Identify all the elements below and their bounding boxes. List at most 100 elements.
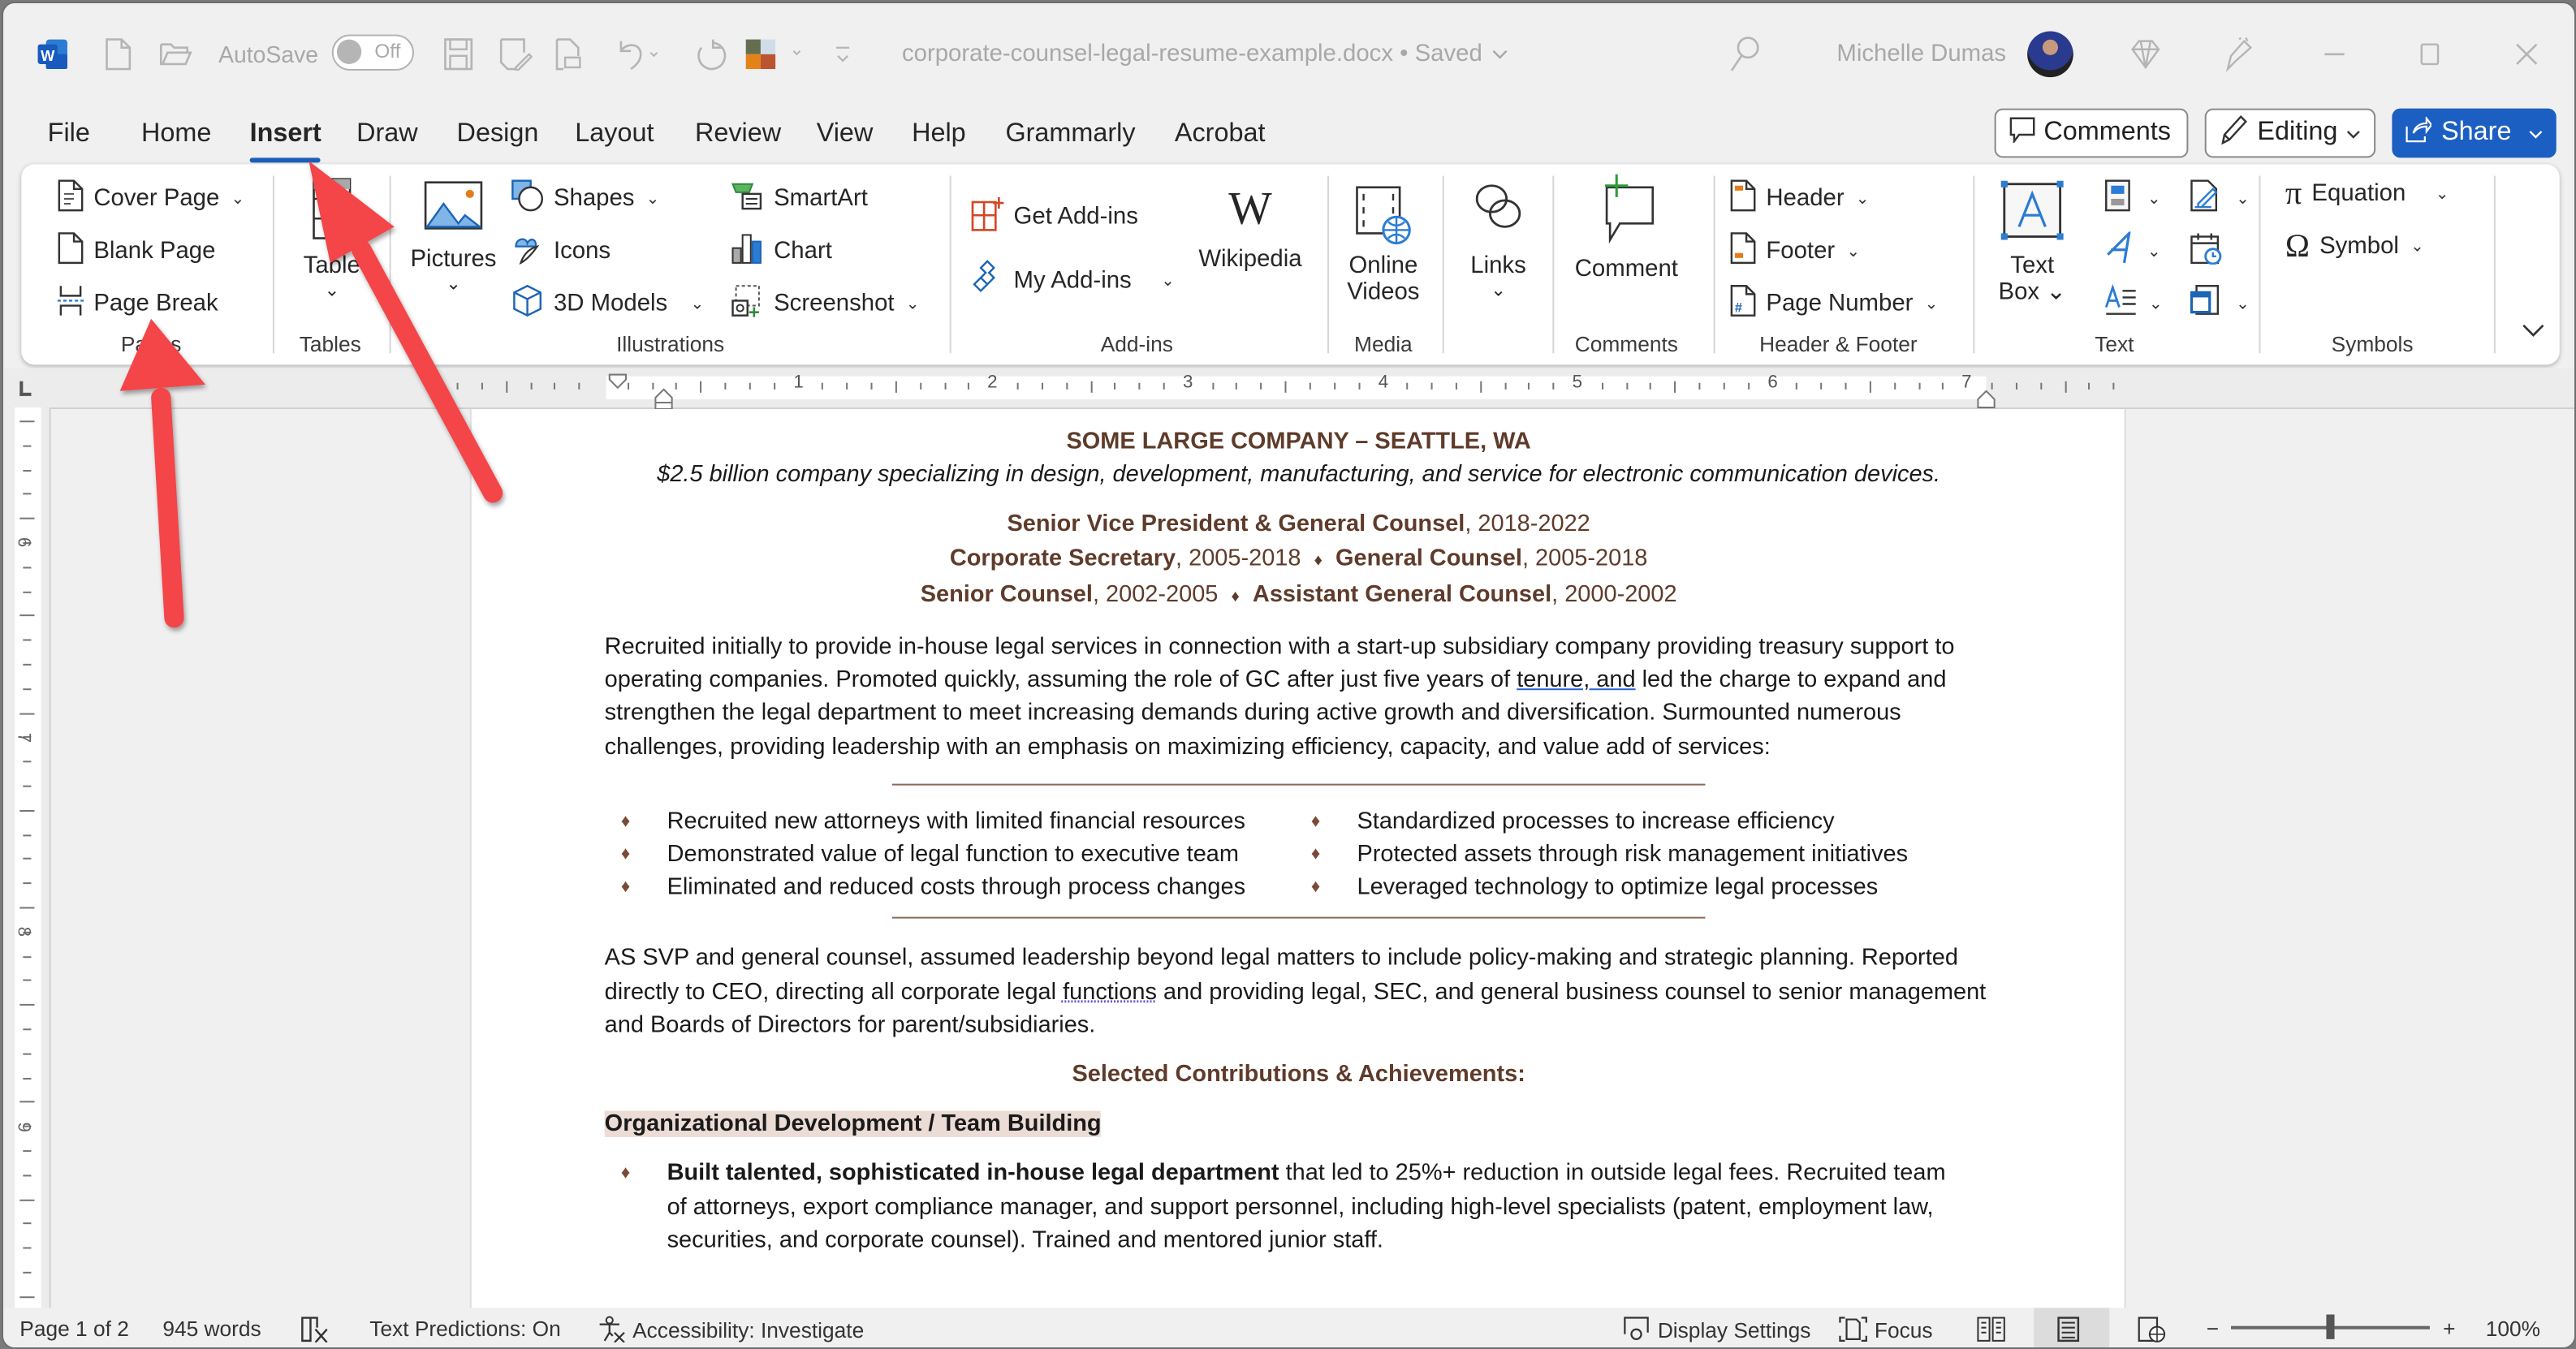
screenshot-button[interactable]: Screenshot ⌄ bbox=[731, 284, 920, 324]
document-title[interactable]: corporate-counsel-legal-resume-example.d… bbox=[902, 37, 1508, 73]
icons-button[interactable]: Icons bbox=[511, 231, 611, 271]
open-folder-icon[interactable] bbox=[159, 37, 192, 73]
read-mode-button[interactable] bbox=[1976, 1317, 2005, 1343]
page-number-icon: # bbox=[1730, 284, 1756, 324]
collapse-ribbon-button[interactable] bbox=[2522, 322, 2544, 338]
document-body[interactable]: SOME LARGE COMPANY – SEATTLE, WA $2.5 bi… bbox=[604, 409, 1993, 1257]
tab-selector[interactable] bbox=[19, 381, 32, 396]
share-button[interactable]: Share bbox=[2392, 108, 2557, 158]
object-button[interactable]: ⌄ bbox=[2190, 284, 2250, 324]
premium-diamond-icon[interactable] bbox=[2129, 37, 2162, 73]
first-line-indent-marker[interactable] bbox=[608, 368, 628, 397]
theme-colors-icon[interactable] bbox=[744, 37, 810, 73]
vertical-ruler[interactable]: 6 7 8 9 bbox=[3, 407, 51, 1322]
get-addins-button[interactable]: Get Add-ins bbox=[971, 196, 1138, 239]
web-layout-button[interactable] bbox=[2138, 1317, 2167, 1343]
signature-line-button[interactable]: ⌄ bbox=[2190, 179, 2250, 219]
focus-icon bbox=[1839, 1317, 1867, 1342]
online-videos-button[interactable]: Online Videos bbox=[1340, 184, 1426, 306]
new-document-icon[interactable] bbox=[106, 37, 132, 73]
word-count[interactable]: 945 words bbox=[162, 1317, 261, 1341]
grammar-suggestion[interactable]: tenure, and bbox=[1517, 667, 1635, 693]
tab-review[interactable]: Review bbox=[695, 120, 781, 149]
avatar[interactable] bbox=[2027, 31, 2073, 78]
comments-button[interactable]: Comments bbox=[1994, 108, 2189, 158]
tab-file[interactable]: File bbox=[48, 120, 90, 149]
document-page[interactable]: SOME LARGE COMPANY – SEATTLE, WA $2.5 bi… bbox=[469, 409, 2126, 1308]
designer-pen-icon[interactable] bbox=[2221, 37, 2258, 73]
close-icon[interactable] bbox=[2513, 37, 2539, 73]
accessibility-status[interactable]: Accessibility: Investigate bbox=[597, 1316, 864, 1343]
wordart-button[interactable]: ⌄ bbox=[2104, 229, 2161, 271]
redo-icon[interactable] bbox=[693, 37, 727, 73]
page-count[interactable]: Page 1 of 2 bbox=[19, 1317, 129, 1341]
ruler-tick bbox=[481, 382, 483, 390]
chevron-down-icon[interactable] bbox=[2528, 119, 2543, 148]
document-canvas[interactable]: SOME LARGE COMPANY – SEATTLE, WA $2.5 bi… bbox=[50, 409, 2574, 1308]
zoom-level[interactable]: 100% bbox=[2486, 1317, 2540, 1341]
shapes-button[interactable]: Shapes ⌄ bbox=[511, 179, 660, 219]
print-layout-button[interactable] bbox=[2057, 1317, 2080, 1343]
tab-layout[interactable]: Layout bbox=[575, 120, 654, 149]
wikipedia-button[interactable]: W Wikipedia bbox=[1191, 187, 1310, 273]
zoom-slider-thumb[interactable] bbox=[2326, 1314, 2335, 1339]
pictures-button[interactable]: Pictures ⌄ bbox=[406, 181, 501, 294]
tab-acrobat[interactable]: Acrobat bbox=[1175, 120, 1266, 149]
header-button[interactable]: Header ⌄ bbox=[1730, 179, 1870, 219]
page-number-button[interactable]: # Page Number ⌄ bbox=[1730, 284, 1939, 324]
customize-quick-access-icon[interactable] bbox=[833, 37, 852, 73]
tab-design[interactable]: Design bbox=[457, 120, 539, 149]
display-settings-button[interactable]: Display Settings bbox=[1621, 1317, 1810, 1343]
edit-document-icon[interactable] bbox=[499, 37, 533, 73]
save-icon[interactable] bbox=[443, 37, 473, 73]
chart-button[interactable]: Chart bbox=[731, 231, 832, 271]
grammar-suggestion[interactable]: functions bbox=[1063, 979, 1157, 1005]
tab-view[interactable]: View bbox=[817, 120, 874, 149]
comments-label: Comments bbox=[2043, 118, 2171, 147]
proofing-icon[interactable] bbox=[300, 1317, 330, 1343]
user-name[interactable]: Michelle Dumas bbox=[1836, 37, 2006, 73]
my-addins-button[interactable]: My Add-ins ⌄ bbox=[971, 260, 1175, 303]
drop-cap-button[interactable]: ⌄ bbox=[2104, 283, 2163, 324]
symbol-button[interactable]: Ω Symbol ⌄ bbox=[2285, 230, 2424, 262]
ruler-tick bbox=[1138, 382, 1141, 390]
tab-insert[interactable]: Insert bbox=[250, 120, 321, 149]
blank-page-button[interactable]: Blank Page bbox=[58, 231, 216, 271]
highlights-list: ♦ Recruited new attorneys with limited fi… bbox=[621, 805, 1993, 905]
autosave-toggle[interactable]: Off bbox=[331, 34, 414, 71]
text-predictions-status[interactable]: Text Predictions: On bbox=[369, 1317, 560, 1341]
calendar-clock-icon bbox=[2190, 231, 2222, 271]
3d-models-button[interactable]: 3D Models ⌄ bbox=[511, 284, 705, 324]
smartart-button[interactable]: SmartArt bbox=[731, 179, 868, 219]
editing-mode-button[interactable]: Editing bbox=[2204, 108, 2376, 158]
date-time-button[interactable] bbox=[2190, 231, 2222, 271]
zoom-in-button[interactable]: + bbox=[2443, 1317, 2455, 1341]
maximize-icon[interactable] bbox=[2419, 37, 2441, 73]
company-description: $2.5 billion company specializing in des… bbox=[657, 462, 1941, 489]
text-box-button[interactable]: Text Box ⌄ bbox=[1990, 180, 2075, 306]
tab-home[interactable]: Home bbox=[141, 120, 211, 149]
footer-button[interactable]: Footer ⌄ bbox=[1730, 231, 1860, 271]
horizontal-ruler[interactable]: 1 2 3 4 5 6 7 bbox=[3, 368, 2574, 411]
focus-mode-button[interactable]: Focus bbox=[1838, 1317, 1933, 1343]
page-break-button[interactable]: Page Break bbox=[57, 284, 218, 324]
quick-parts-button[interactable]: ⌄ bbox=[2104, 179, 2161, 219]
search-icon[interactable] bbox=[1728, 37, 1761, 73]
new-comment-button[interactable]: Comment bbox=[1569, 174, 1685, 282]
tab-draw[interactable]: Draw bbox=[356, 120, 418, 149]
tab-help[interactable]: Help bbox=[912, 120, 966, 149]
undo-icon[interactable] bbox=[615, 37, 661, 73]
chevron-down-icon: ⌄ bbox=[1161, 272, 1176, 291]
chevron-down-icon: ⌄ bbox=[2236, 295, 2250, 313]
links-button[interactable]: Links ⌄ bbox=[1457, 181, 1539, 300]
cover-page-button[interactable]: Cover Page ⌄ bbox=[58, 179, 244, 219]
zoom-out-button[interactable]: − bbox=[2207, 1317, 2219, 1341]
equation-button[interactable]: π Equation ⌄ bbox=[2285, 178, 2449, 210]
role-years: , 2000-2002 bbox=[1551, 581, 1677, 608]
ruler-tick bbox=[1942, 382, 1944, 390]
ruler-tick bbox=[1065, 382, 1068, 390]
table-button[interactable]: Table ⌄ bbox=[291, 178, 373, 300]
minimize-icon[interactable] bbox=[2323, 37, 2345, 73]
print-preview-icon[interactable] bbox=[555, 37, 581, 73]
tab-grammarly[interactable]: Grammarly bbox=[1005, 120, 1135, 149]
